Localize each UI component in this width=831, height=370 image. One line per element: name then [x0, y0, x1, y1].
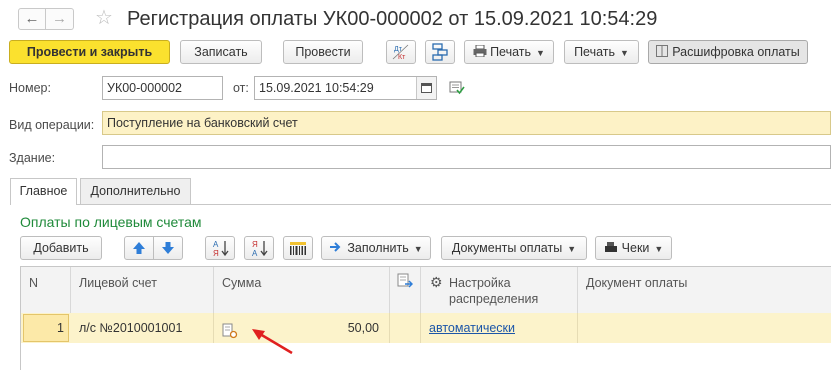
- gear-icon: ⚙: [430, 274, 443, 290]
- account-cell[interactable]: л/с №2010001001: [71, 313, 214, 343]
- sort-ascending-icon: А Я: [213, 240, 229, 258]
- move-up-button[interactable]: [124, 236, 154, 260]
- print-menu-label: Печать: [574, 45, 616, 59]
- svg-text:А: А: [252, 249, 258, 258]
- tab-main[interactable]: Главное: [10, 178, 77, 205]
- receipts-button[interactable]: Чеки ▼: [595, 236, 672, 260]
- post-and-close-button[interactable]: Провести и закрыть: [9, 40, 170, 64]
- column-header-settings-label: Настройка распределения: [449, 276, 539, 306]
- distribution-settings-cell[interactable]: автоматически: [421, 313, 578, 343]
- chevron-down-icon: ▼: [413, 244, 423, 254]
- save-button[interactable]: Записать: [180, 40, 262, 64]
- arrow-down-icon: [162, 242, 174, 254]
- window-title: Регистрация оплаты УК00-000002 от 15.09.…: [127, 8, 658, 30]
- column-header-settings[interactable]: ⚙ Настройка распределения: [421, 267, 578, 313]
- svg-text:Дт: Дт: [394, 46, 403, 53]
- chevron-down-icon: ▼: [654, 244, 664, 254]
- chevron-down-icon: ▼: [620, 48, 629, 58]
- operation-type-label: Вид операции:: [9, 118, 95, 132]
- arrow-left-icon: ←: [24, 10, 40, 27]
- distribution-settings-link[interactable]: автоматически: [429, 321, 515, 335]
- title-bar: ← → ☆ Регистрация оплаты УК00-000002 от …: [0, 0, 831, 38]
- payment-documents-button[interactable]: Документы оплаты ▼: [441, 236, 587, 260]
- svg-text:А: А: [213, 240, 219, 249]
- receipts-label: Чеки: [621, 241, 650, 255]
- forward-button[interactable]: →: [46, 8, 74, 30]
- column-header-account[interactable]: Лицевой счет: [71, 267, 214, 313]
- section-title: Оплаты по лицевым счетам: [20, 214, 202, 230]
- payment-breakdown-button[interactable]: Расшифровка оплаты: [648, 40, 808, 64]
- breakdown-icon: [656, 45, 669, 57]
- fill-dropdown-button[interactable]: Заполнить ▼: [321, 236, 431, 260]
- column-header-n[interactable]: N: [21, 267, 71, 313]
- cash-register-icon: [604, 242, 617, 252]
- svg-text:Кт: Кт: [398, 54, 406, 61]
- sort-descending-button[interactable]: Я А: [244, 236, 274, 260]
- svg-text:Я: Я: [213, 249, 219, 258]
- tab-divider: [10, 204, 831, 205]
- building-field[interactable]: [102, 145, 831, 169]
- move-down-button[interactable]: [153, 236, 183, 260]
- annotation-arrow: [252, 329, 293, 355]
- payment-documents-label: Документы оплаты: [451, 241, 563, 255]
- row-number-cell[interactable]: 1: [23, 314, 69, 342]
- structure-button[interactable]: [425, 40, 455, 64]
- sum-cell[interactable]: 50,00: [214, 313, 390, 343]
- print-label: Печать: [490, 45, 532, 59]
- back-button[interactable]: ←: [18, 8, 46, 30]
- calendar-icon[interactable]: [416, 77, 436, 99]
- column-header-docs[interactable]: [390, 267, 421, 313]
- column-header-sum[interactable]: Сумма: [214, 267, 390, 313]
- number-field[interactable]: УК00-000002: [102, 76, 223, 100]
- hierarchy-icon: [432, 43, 448, 61]
- number-label: Номер:: [9, 81, 51, 95]
- operation-type-field[interactable]: Поступление на банковский счет: [102, 111, 831, 135]
- sort-ascending-button[interactable]: А Я: [205, 236, 235, 260]
- arrow-up-icon: [133, 242, 145, 254]
- calculation-icon[interactable]: [222, 320, 238, 339]
- svg-text:Я: Я: [252, 240, 258, 249]
- payments-table: N Лицевой счет Сумма ⚙ Настройка распред…: [20, 266, 831, 370]
- fill-arrow-icon: [330, 242, 341, 252]
- tab-additional[interactable]: Дополнительно: [80, 178, 191, 204]
- chevron-down-icon: ▼: [536, 48, 545, 58]
- printer-icon: [473, 44, 487, 58]
- print-menu-button[interactable]: Печать ▼: [564, 40, 639, 64]
- date-field[interactable]: 15.09.2021 10:54:29: [254, 76, 437, 100]
- arrow-right-icon: →: [52, 10, 67, 27]
- fill-label: Заполнить: [347, 241, 409, 255]
- add-row-button[interactable]: Добавить: [20, 236, 102, 260]
- column-header-payment-document[interactable]: Документ оплаты: [578, 267, 831, 313]
- favorite-star-icon[interactable]: ☆: [95, 6, 113, 30]
- dt-kt-button[interactable]: Дт Кт: [386, 40, 416, 64]
- print-dropdown-button[interactable]: Печать ▼: [464, 40, 554, 64]
- payment-breakdown-label: Расшифровка оплаты: [672, 45, 800, 59]
- active-tab-gap: [11, 203, 76, 205]
- post-button[interactable]: Провести: [283, 40, 363, 64]
- sum-value: 50,00: [347, 321, 379, 335]
- payment-document-cell[interactable]: [578, 313, 831, 343]
- chevron-down-icon: ▼: [567, 244, 577, 254]
- barcode-button[interactable]: [283, 236, 313, 260]
- docs-cell[interactable]: [390, 313, 421, 343]
- sort-descending-icon: Я А: [252, 240, 268, 258]
- barcode-icon: [290, 242, 306, 255]
- document-arrow-icon: [397, 273, 414, 288]
- dt-kt-icon: Дт Кт: [392, 44, 409, 61]
- building-label: Здание:: [9, 151, 56, 165]
- post-status-icon[interactable]: [449, 81, 465, 95]
- date-from-label: от:: [233, 81, 249, 95]
- date-value: 15.09.2021 10:54:29: [259, 81, 374, 95]
